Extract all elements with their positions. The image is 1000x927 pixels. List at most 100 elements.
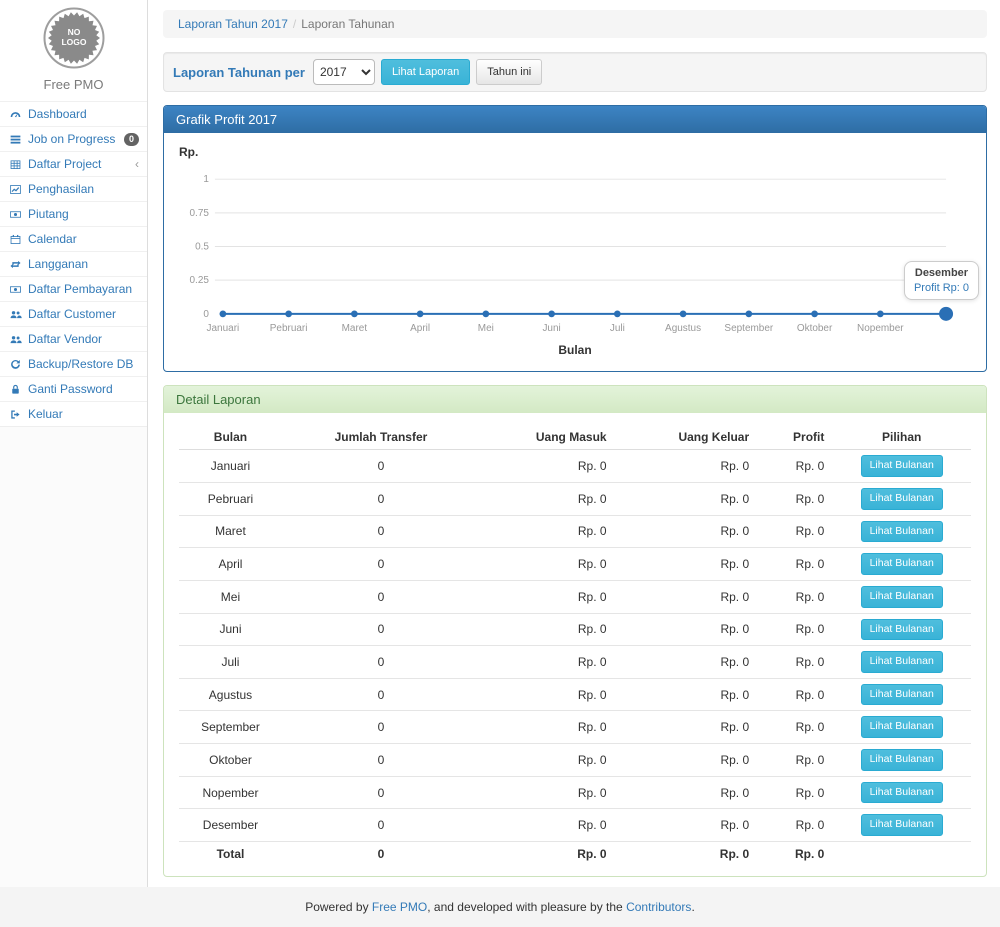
report-table-body: Januari 0 Rp. 0 Rp. 0 Rp. 0 Lihat Bulana…	[179, 450, 971, 842]
view-month-button[interactable]: Lihat Bulanan	[861, 684, 943, 706]
cell-bulan: Januari	[179, 450, 282, 483]
table-row: Oktober 0 Rp. 0 Rp. 0 Rp. 0 Lihat Bulana…	[179, 744, 971, 777]
sidebar-item-label: Backup/Restore DB	[28, 357, 133, 371]
cell-uang-masuk: Rp. 0	[480, 548, 615, 581]
job-count-badge: 0	[124, 133, 139, 146]
profit-chart-panel: Grafik Profit 2017 Rp. 10.750.50.250Janu…	[163, 105, 987, 372]
year-select[interactable]: 2017	[313, 59, 375, 85]
svg-text:April: April	[410, 323, 430, 334]
sidebar-item-piutang[interactable]: Piutang	[0, 201, 147, 226]
cell-bulan: Desember	[179, 809, 282, 842]
cell-jumlah-transfer: 0	[282, 482, 480, 515]
detail-panel-title: Detail Laporan	[164, 386, 986, 413]
cell-bulan: Mei	[179, 580, 282, 613]
view-month-button[interactable]: Lihat Bulanan	[861, 553, 943, 575]
sidebar-item-job-on-progress[interactable]: Job on Progress 0	[0, 126, 147, 151]
view-month-button[interactable]: Lihat Bulanan	[861, 716, 943, 738]
total-jumlah: 0	[282, 841, 480, 866]
logo-text-line2: LOGO	[61, 37, 86, 47]
cell-uang-masuk: Rp. 0	[480, 711, 615, 744]
view-month-button[interactable]: Lihat Bulanan	[861, 651, 943, 673]
svg-text:0.75: 0.75	[190, 208, 210, 219]
sidebar-item-label: Daftar Pembayaran	[28, 282, 132, 296]
total-keluar: Rp. 0	[615, 841, 758, 866]
footer-link-freepmo[interactable]: Free PMO	[372, 900, 427, 914]
footer: Powered by Free PMO, and developed with …	[0, 887, 1000, 927]
sidebar-item-daftar-customer[interactable]: Daftar Customer	[0, 301, 147, 326]
cell-profit: Rp. 0	[757, 711, 832, 744]
chart-body: Rp. 10.750.50.250JanuariPebruariMaretApr…	[164, 133, 986, 371]
sidebar-item-penghasilan[interactable]: Penghasilan	[0, 176, 147, 201]
no-logo-badge: NO LOGO	[43, 7, 105, 69]
view-month-button[interactable]: Lihat Bulanan	[861, 488, 943, 510]
cell-uang-masuk: Rp. 0	[480, 678, 615, 711]
cell-bulan: Oktober	[179, 744, 282, 777]
cell-uang-masuk: Rp. 0	[480, 515, 615, 548]
sidebar-item-keluar[interactable]: Keluar	[0, 401, 147, 426]
table-row: April 0 Rp. 0 Rp. 0 Rp. 0 Lihat Bulanan	[179, 548, 971, 581]
view-month-button[interactable]: Lihat Bulanan	[861, 619, 943, 641]
cell-uang-masuk: Rp. 0	[480, 744, 615, 777]
svg-text:Pebruari: Pebruari	[270, 323, 308, 334]
svg-text:1: 1	[203, 174, 209, 185]
sidebar-item-daftar-project[interactable]: Daftar Project ‹	[0, 151, 147, 176]
sidebar-item-daftar-vendor[interactable]: Daftar Vendor	[0, 326, 147, 351]
refresh-icon	[9, 358, 22, 371]
svg-text:Juni: Juni	[542, 323, 560, 334]
view-month-button[interactable]: Lihat Bulanan	[861, 455, 943, 477]
col-header-profit: Profit	[757, 425, 832, 450]
cell-profit: Rp. 0	[757, 548, 832, 581]
cell-jumlah-transfer: 0	[282, 580, 480, 613]
sign-out-icon	[9, 408, 22, 421]
this-year-button[interactable]: Tahun ini	[476, 59, 542, 85]
cell-uang-masuk: Rp. 0	[480, 613, 615, 646]
cell-bulan: Nopember	[179, 776, 282, 809]
sidebar-item-label: Penghasilan	[28, 182, 94, 196]
cell-jumlah-transfer: 0	[282, 809, 480, 842]
view-month-button[interactable]: Lihat Bulanan	[861, 586, 943, 608]
sidebar-item-dashboard[interactable]: Dashboard	[0, 101, 147, 126]
view-month-button[interactable]: Lihat Bulanan	[861, 521, 943, 543]
cell-uang-keluar: Rp. 0	[615, 809, 758, 842]
cell-uang-keluar: Rp. 0	[615, 776, 758, 809]
footer-text-middle: , and developed with pleasure by the	[427, 900, 626, 914]
calendar-icon	[9, 233, 22, 246]
footer-text-suffix: .	[691, 900, 694, 914]
table-row: Mei 0 Rp. 0 Rp. 0 Rp. 0 Lihat Bulanan	[179, 580, 971, 613]
line-chart-icon	[9, 183, 22, 196]
col-header-pilihan: Pilihan	[832, 425, 971, 450]
table-row: September 0 Rp. 0 Rp. 0 Rp. 0 Lihat Bula…	[179, 711, 971, 744]
table-row: Maret 0 Rp. 0 Rp. 0 Rp. 0 Lihat Bulanan	[179, 515, 971, 548]
sidebar-item-langganan[interactable]: Langganan	[0, 251, 147, 276]
view-report-button[interactable]: Lihat Laporan	[381, 59, 470, 85]
cell-profit: Rp. 0	[757, 482, 832, 515]
table-row: Agustus 0 Rp. 0 Rp. 0 Rp. 0 Lihat Bulana…	[179, 678, 971, 711]
total-label: Total	[179, 841, 282, 866]
footer-link-contributors[interactable]: Contributors	[626, 900, 691, 914]
sidebar-item-label: Daftar Vendor	[28, 332, 102, 346]
logo-box: NO LOGO Free PMO	[0, 0, 147, 101]
cell-uang-keluar: Rp. 0	[615, 744, 758, 777]
breadcrumb-link[interactable]: Laporan Tahun 2017	[178, 17, 288, 31]
cell-jumlah-transfer: 0	[282, 515, 480, 548]
cell-jumlah-transfer: 0	[282, 678, 480, 711]
detail-body: Bulan Jumlah Transfer Uang Masuk Uang Ke…	[164, 413, 986, 876]
view-month-button[interactable]: Lihat Bulanan	[861, 749, 943, 771]
sidebar-item-label: Keluar	[28, 407, 63, 421]
svg-text:Juli: Juli	[610, 323, 625, 334]
profit-chart[interactable]: 10.750.50.250JanuariPebruariMaretAprilMe…	[179, 165, 971, 341]
sidebar-item-daftar-pembayaran[interactable]: Daftar Pembayaran	[0, 276, 147, 301]
chevron-left-icon: ‹	[135, 158, 139, 170]
cell-uang-masuk: Rp. 0	[480, 646, 615, 679]
sidebar-item-ganti-password[interactable]: Ganti Password	[0, 376, 147, 401]
sidebar-item-backup-restore-db[interactable]: Backup/Restore DB	[0, 351, 147, 376]
view-month-button[interactable]: Lihat Bulanan	[861, 782, 943, 804]
sidebar-item-calendar[interactable]: Calendar	[0, 226, 147, 251]
page: NO LOGO Free PMO Dashboard Job on Progre…	[0, 0, 1000, 887]
view-month-button[interactable]: Lihat Bulanan	[861, 814, 943, 836]
cell-uang-keluar: Rp. 0	[615, 450, 758, 483]
sidebar-item-label: Dashboard	[28, 107, 87, 121]
cell-bulan: Juli	[179, 646, 282, 679]
retweet-icon	[9, 258, 22, 271]
cell-profit: Rp. 0	[757, 646, 832, 679]
